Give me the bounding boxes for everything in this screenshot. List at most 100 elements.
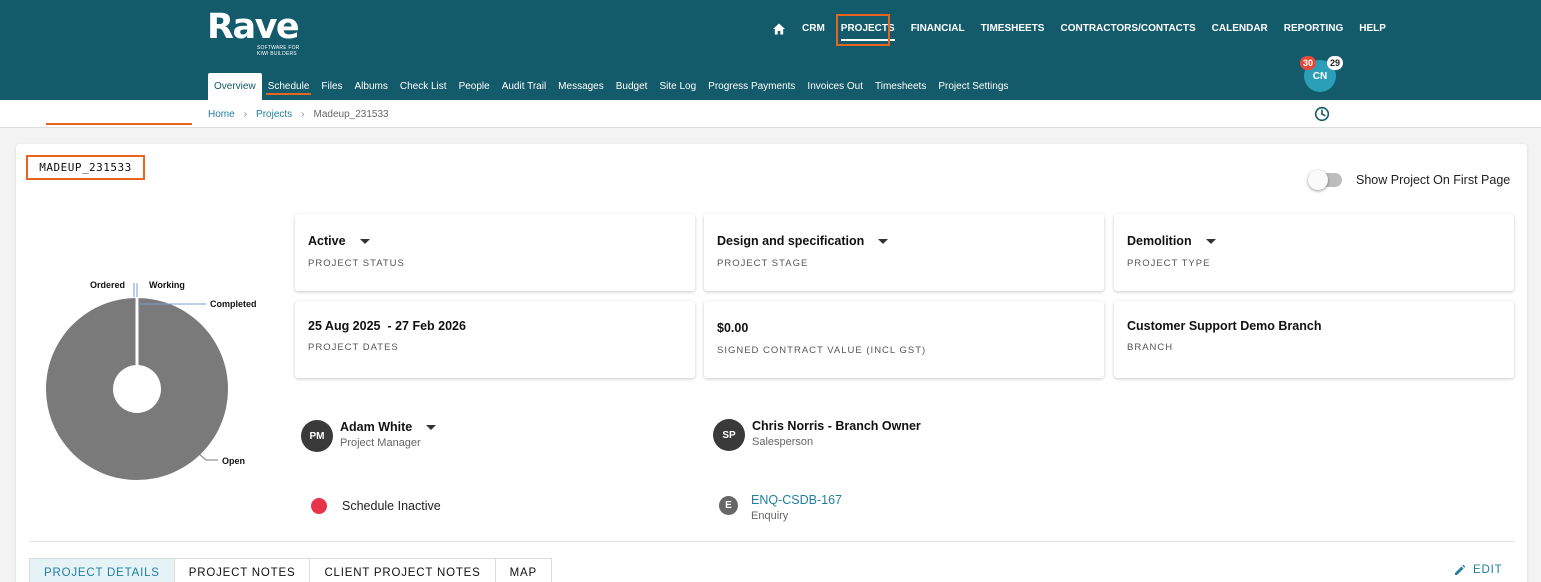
project-dates-label: PROJECT DATES	[308, 342, 399, 353]
project-status-card: Active PROJECT STATUS	[295, 214, 695, 291]
project-type-value[interactable]: Demolition	[1127, 234, 1216, 248]
branch-card: Customer Support Demo Branch BRANCH	[1114, 301, 1514, 378]
nav-help[interactable]: HELP	[1359, 22, 1386, 36]
subnav-files[interactable]: Files	[315, 73, 348, 100]
branch-value: Customer Support Demo Branch	[1127, 319, 1322, 333]
project-status-label: PROJECT STATUS	[308, 258, 405, 269]
salesperson-name: Chris Norris - Branch Owner	[752, 419, 921, 433]
project-manager-avatar: PM	[301, 420, 333, 452]
subnav-progress-payments[interactable]: Progress Payments	[702, 73, 801, 100]
subnav-audit-trail[interactable]: Audit Trail	[496, 73, 552, 100]
project-stage-text: Design and specification	[717, 234, 865, 248]
pie-label-open: Open	[222, 456, 245, 466]
project-manager-name[interactable]: Adam White	[340, 420, 437, 434]
home-icon[interactable]	[772, 22, 786, 36]
project-type-text: Demolition	[1127, 234, 1192, 248]
schedule-status-pie-chart: Ordered Working Completed Open	[46, 280, 257, 480]
breadcrumb-projects[interactable]: Projects	[256, 109, 292, 120]
enquiry-link[interactable]: ENQ-CSDB-167	[751, 493, 842, 507]
salesperson-avatar: SP	[713, 419, 745, 451]
subnav-budget[interactable]: Budget	[610, 73, 654, 100]
top-header: Rave Software for Kiwi Builders CRM PROJ…	[0, 0, 1541, 100]
project-title: MADEUP_231533	[26, 155, 145, 180]
breadcrumb-separator-icon: ›	[243, 109, 248, 120]
project-dates-card[interactable]: 25 Aug 2025 - 27 Feb 2026 PROJECT DATES	[295, 301, 695, 378]
pie-label-working: Working	[149, 280, 185, 290]
tab-map[interactable]: MAP	[494, 558, 552, 582]
subnav-messages[interactable]: Messages	[552, 73, 610, 100]
contract-value: $0.00	[717, 321, 749, 335]
schedule-status-label: Schedule Inactive	[342, 499, 441, 513]
logo-tagline: Software for Kiwi Builders	[257, 45, 300, 57]
subnav-site-log[interactable]: Site Log	[653, 73, 702, 100]
subnav-timesheets[interactable]: Timesheets	[869, 73, 932, 100]
project-type-label: PROJECT TYPE	[1127, 258, 1211, 269]
project-manager-name-text: Adam White	[340, 420, 413, 434]
project-stage-value[interactable]: Design and specification	[717, 234, 889, 248]
pencil-icon	[1455, 564, 1466, 575]
project-sub-nav: Overview Schedule Files Albums Check Lis…	[208, 73, 1014, 100]
section-divider	[30, 541, 1514, 542]
breadcrumb-home[interactable]: Home	[208, 109, 235, 120]
edit-button[interactable]: EDIT	[1454, 564, 1502, 576]
logo-wordmark: Rave	[207, 7, 300, 47]
contract-value-label: SIGNED CONTRACT VALUE (INCL GST)	[717, 345, 927, 356]
project-manager-role: Project Manager	[340, 437, 421, 449]
project-stage-card: Design and specification PROJECT STAGE	[704, 214, 1104, 291]
chevron-down-icon[interactable]	[426, 424, 437, 430]
project-manager: PM Adam White Project Manager	[301, 420, 437, 452]
breadcrumb: Home › Projects › Madeup_231533	[208, 109, 389, 120]
breadcrumb-highlight-underline	[46, 123, 192, 125]
project-status-value[interactable]: Active	[308, 234, 370, 248]
nav-timesheets[interactable]: TIMESHEETS	[981, 22, 1045, 36]
chevron-down-icon[interactable]	[1205, 238, 1216, 244]
pie-center-hole	[113, 365, 161, 413]
subnav-schedule[interactable]: Schedule	[262, 73, 316, 100]
projects-highlight-box	[836, 14, 890, 46]
nav-contractors-contacts[interactable]: CONTRACTORS/CONTACTS	[1060, 22, 1195, 36]
nav-calendar[interactable]: CALENDAR	[1212, 22, 1268, 36]
breadcrumb-current: Madeup_231533	[313, 109, 389, 120]
salesperson: SP Chris Norris - Branch Owner Salespers…	[713, 419, 921, 451]
leader-line-open	[197, 452, 218, 461]
notification-badge[interactable]: 30	[1300, 56, 1317, 70]
nav-financial[interactable]: FINANCIAL	[911, 22, 965, 36]
breadcrumb-separator-icon: ›	[301, 109, 305, 120]
message-count-badge[interactable]: 29	[1327, 56, 1344, 70]
pie-label-ordered: Ordered	[90, 280, 125, 290]
schedule-highlight-underline	[265, 93, 312, 95]
enquiry-label: Enquiry	[751, 510, 789, 522]
rave-logo[interactable]: Rave Software for Kiwi Builders	[207, 7, 300, 57]
toggle-knob	[1308, 170, 1328, 190]
project-dates-value: 25 Aug 2025 - 27 Feb 2026	[308, 319, 466, 333]
chevron-down-icon[interactable]	[359, 238, 370, 244]
salesperson-role: Salesperson	[752, 436, 814, 448]
project-detail-tabs: PROJECT DETAILS PROJECT NOTES CLIENT PRO…	[29, 558, 552, 582]
salesperson-info: Chris Norris - Branch Owner Salesperson	[752, 419, 921, 448]
subnav-people[interactable]: People	[453, 73, 496, 100]
pie-label-completed: Completed	[210, 299, 257, 309]
tab-project-notes[interactable]: PROJECT NOTES	[173, 558, 310, 582]
edit-button-label: EDIT	[1473, 564, 1503, 576]
contract-value-card: $0.00 SIGNED CONTRACT VALUE (INCL GST)	[704, 301, 1104, 378]
branch-label: BRANCH	[1127, 342, 1174, 353]
tab-project-details[interactable]: PROJECT DETAILS	[29, 558, 174, 582]
show-on-first-page-label: Show Project On First Page	[1356, 173, 1511, 187]
history-clock-icon[interactable]	[1314, 106, 1330, 122]
subnav-albums[interactable]: Albums	[349, 73, 394, 100]
subnav-project-settings[interactable]: Project Settings	[932, 73, 1014, 100]
subnav-overview[interactable]: Overview	[208, 73, 262, 100]
subnav-invoices-out[interactable]: Invoices Out	[801, 73, 869, 100]
chevron-down-icon[interactable]	[878, 238, 889, 244]
project-manager-info: Adam White Project Manager	[340, 420, 437, 449]
nav-reporting[interactable]: REPORTING	[1284, 22, 1343, 36]
project-type-card: Demolition PROJECT TYPE	[1114, 214, 1514, 291]
subnav-schedule-label: Schedule	[267, 81, 310, 92]
enquiry-icon: E	[719, 496, 738, 515]
project-status-text: Active	[308, 234, 346, 248]
breadcrumb-bar: Home › Projects › Madeup_231533	[0, 100, 1541, 128]
tab-client-project-notes[interactable]: CLIENT PROJECT NOTES	[309, 558, 495, 582]
subnav-check-list[interactable]: Check List	[394, 73, 453, 100]
show-on-first-page-toggle[interactable]	[1308, 170, 1342, 190]
nav-crm[interactable]: CRM	[802, 22, 825, 36]
